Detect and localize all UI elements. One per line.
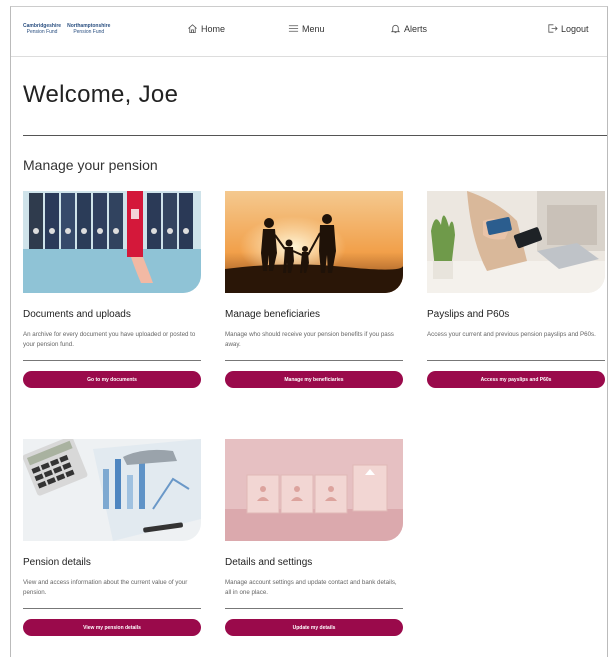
- nav-home[interactable]: Home: [187, 23, 225, 34]
- pension-details-image: [23, 439, 201, 541]
- welcome-heading: Welcome, Joe: [23, 81, 179, 108]
- manage-beneficiaries-button[interactable]: Manage my beneficiaries: [225, 371, 403, 388]
- logo-northamptonshire: Northamptonshire Pension Fund: [67, 23, 110, 35]
- beneficiaries-image: [225, 191, 403, 293]
- card-documents: Documents and uploads An archive for eve…: [23, 191, 201, 388]
- card-divider: [225, 608, 403, 609]
- logo-left-line2: Pension Fund: [26, 29, 58, 35]
- access-payslips-button[interactable]: Access my payslips and P60s: [427, 371, 605, 388]
- card-details-settings: Details and settings Manage account sett…: [225, 439, 403, 636]
- card-title: Manage beneficiaries: [225, 309, 321, 320]
- page-frame: Cambridgeshire Pension Fund Northamptons…: [10, 6, 608, 657]
- card-title: Details and settings: [225, 557, 313, 568]
- home-icon: [188, 24, 197, 34]
- update-details-button[interactable]: Update my details: [225, 619, 403, 636]
- view-pension-details-button[interactable]: View my pension details: [23, 619, 201, 636]
- top-nav: Cambridgeshire Pension Fund Northamptons…: [11, 7, 607, 57]
- card-description: View and access information about the cu…: [23, 579, 188, 596]
- logo-cambridgeshire: Cambridgeshire Pension Fund: [23, 23, 61, 35]
- card-pension-details: Pension details View and access informat…: [23, 439, 201, 636]
- card-divider: [427, 360, 605, 361]
- card-description: An archive for every document you have u…: [23, 331, 196, 348]
- card-description: Manage account settings and update conta…: [225, 579, 397, 596]
- logo-right-line2: Pension Fund: [73, 29, 105, 35]
- payslips-image: [427, 191, 605, 293]
- nav-menu-label: Menu: [302, 23, 325, 34]
- card-description: Access your current and previous pension…: [427, 331, 596, 338]
- welcome-divider: [23, 135, 607, 136]
- fund-logo[interactable]: Cambridgeshire Pension Fund Northamptons…: [23, 23, 110, 35]
- documents-image: [23, 191, 201, 293]
- go-to-documents-button[interactable]: Go to my documents: [23, 371, 201, 388]
- details-settings-image: [225, 439, 403, 541]
- bell-icon: [390, 24, 401, 34]
- card-divider: [23, 360, 201, 361]
- card-title: Documents and uploads: [23, 309, 131, 320]
- nav-alerts[interactable]: Alerts: [390, 23, 427, 34]
- card-payslips: Payslips and P60s Access your current an…: [427, 191, 605, 388]
- nav-menu[interactable]: Menu: [288, 23, 325, 34]
- card-title: Payslips and P60s: [427, 309, 510, 320]
- card-divider: [23, 608, 201, 609]
- section-title: Manage your pension: [23, 157, 158, 173]
- nav-alerts-label: Alerts: [404, 23, 428, 34]
- card-description: Manage who should receive your pension b…: [225, 331, 394, 348]
- nav-home-label: Home: [201, 23, 226, 34]
- card-title: Pension details: [23, 557, 91, 568]
- hamburger-icon: [288, 25, 299, 32]
- card-divider: [225, 360, 403, 361]
- logout-icon: [548, 24, 558, 33]
- card-beneficiaries: Manage beneficiaries Manage who should r…: [225, 191, 403, 388]
- nav-logout[interactable]: Logout: [547, 23, 589, 34]
- nav-logout-label: Logout: [561, 23, 589, 34]
